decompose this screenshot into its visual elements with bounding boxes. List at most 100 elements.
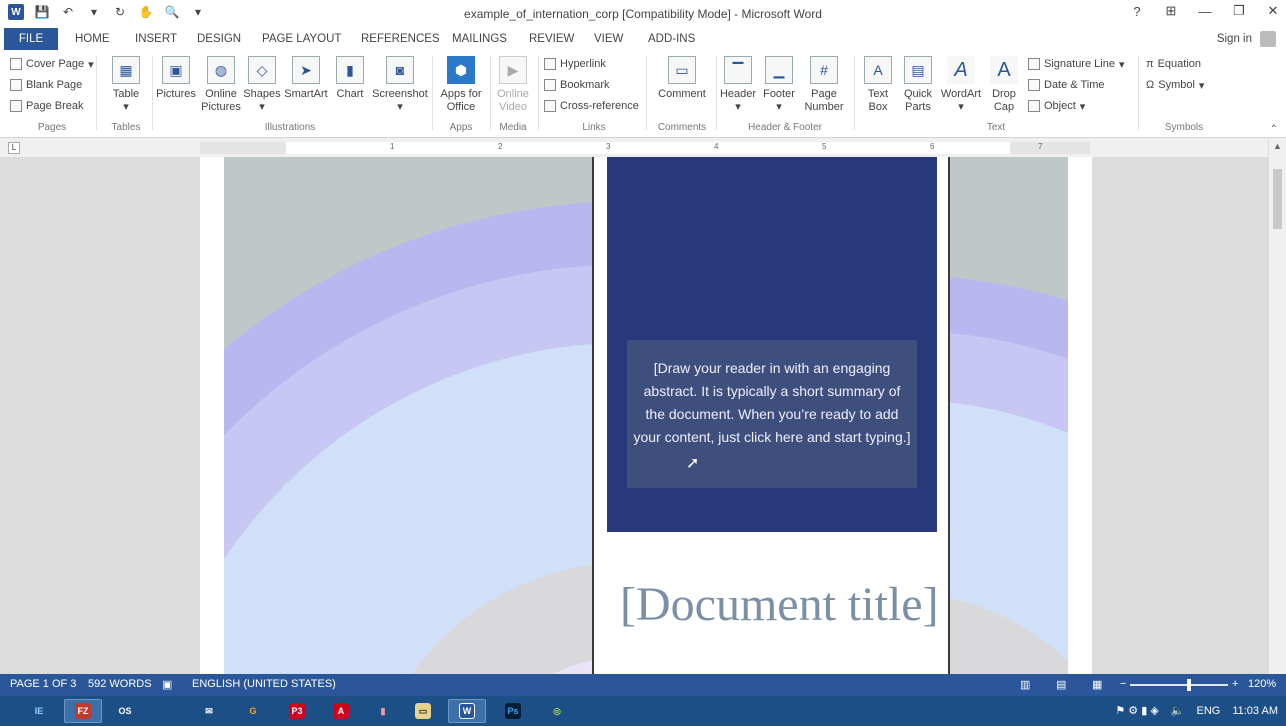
online-video-label-1: Online (497, 88, 529, 100)
chrome-icon: G (249, 706, 257, 716)
document-page[interactable]: [Draw your reader in with an engaging ab… (200, 157, 1092, 674)
header-button[interactable]: ▔ Header ▾ (718, 56, 758, 114)
dropdown-arrow-icon: ▾ (123, 101, 129, 113)
group-header-footer-label: Header & Footer (748, 122, 822, 133)
clock[interactable]: 11:03 AM (1232, 705, 1278, 717)
help-button[interactable]: ? (1130, 4, 1144, 19)
close-button[interactable]: ✕ (1266, 3, 1280, 19)
tab-view[interactable]: VIEW (586, 28, 631, 50)
sign-in-label[interactable]: Sign in (1217, 28, 1252, 50)
language[interactable]: ENGLISH (UNITED STATES) (192, 678, 336, 690)
tab-mailings[interactable]: MAILINGS (444, 28, 515, 50)
tab-page-layout[interactable]: PAGE LAYOUT (254, 28, 349, 50)
zoom-level[interactable]: 120% (1248, 678, 1276, 690)
tab-file[interactable]: FILE (4, 28, 58, 50)
taskbar-app-filezilla[interactable]: FZ (64, 699, 102, 723)
wordart-icon: A (947, 56, 975, 84)
word-window: W 💾 ↶ ▾ ↻ ✋ 🔍 ▾ example_of_internation_c… (0, 0, 1286, 726)
wordart-button[interactable]: A WordArt ▾ (939, 56, 983, 114)
taskbar-app-ie[interactable]: IE (22, 699, 56, 723)
group-comments-label: Comments (657, 122, 707, 133)
zoom-slider-thumb[interactable] (1186, 679, 1191, 691)
zoom-slider[interactable] (1130, 684, 1228, 686)
hyperlink-button[interactable]: Hyperlink (544, 56, 606, 72)
apps-for-office-button[interactable]: ⬢ Apps for Office (436, 56, 486, 114)
avatar[interactable] (1260, 31, 1276, 47)
bookmark-icon (544, 79, 556, 91)
minimize-button[interactable]: — (1198, 4, 1212, 19)
print-layout-icon[interactable]: ▤ (1056, 678, 1066, 691)
cross-reference-button[interactable]: Cross-reference (544, 98, 639, 114)
document-title-placeholder[interactable]: [Document title] (620, 575, 950, 635)
page-count[interactable]: PAGE 1 OF 3 (10, 678, 76, 690)
blank-page-button[interactable]: Blank Page (10, 77, 82, 93)
object-button[interactable]: Object ▾ (1028, 98, 1085, 114)
taskbar-app-chrome[interactable]: G (234, 699, 272, 723)
taskbar-app-os[interactable]: OS (106, 699, 144, 723)
ruler-number: 7 (1038, 142, 1043, 151)
online-pictures-button[interactable]: ◍ Online Pictures (200, 56, 242, 114)
equation-button[interactable]: π Equation (1146, 56, 1201, 72)
page-number-button[interactable]: # Page Number (799, 56, 849, 114)
header-label: Header (719, 88, 757, 100)
zoom-out-button[interactable]: − (1120, 678, 1126, 690)
pictures-button[interactable]: ▣ Pictures (154, 56, 198, 101)
volume-icon[interactable]: 🔈 (1171, 704, 1185, 717)
taskbar-app-mail[interactable]: ✉ (190, 699, 228, 723)
abstract-placeholder[interactable]: [Draw your reader in with an engaging ab… (627, 357, 917, 449)
table-button[interactable]: ▦ Table ▾ (104, 56, 148, 114)
chart-button[interactable]: ▮ Chart (331, 56, 369, 101)
smartart-button[interactable]: ➤ SmartArt (283, 56, 329, 101)
text-box-button[interactable]: A Text Box (858, 56, 898, 114)
restore-button[interactable]: ❐ (1232, 3, 1246, 19)
ribbon-display-options-button[interactable]: ⊞ (1164, 3, 1178, 19)
tab-design[interactable]: DESIGN (189, 28, 249, 50)
tray-language[interactable]: ENG (1196, 705, 1220, 717)
collapse-ribbon-icon[interactable]: ⌃ (1270, 124, 1278, 135)
tab-references[interactable]: REFERENCES (353, 28, 448, 50)
cover-page-button[interactable]: Cover Page ▾ (10, 56, 94, 72)
page-break-button[interactable]: Page Break (10, 98, 83, 114)
web-layout-icon[interactable]: ▦ (1092, 678, 1102, 691)
word-count[interactable]: 592 WORDS (88, 678, 152, 690)
ribbon-separator (854, 56, 855, 130)
tab-home[interactable]: HOME (67, 28, 118, 50)
zoom-in-button[interactable]: + (1232, 678, 1238, 690)
shapes-button[interactable]: ◇ Shapes ▾ (242, 56, 282, 114)
signature-line-icon (1028, 58, 1040, 70)
taskbar-app-explorer[interactable]: ▭ (404, 699, 442, 723)
tray-icons[interactable]: ⚑ ⚙ ▮ ◈ (1115, 704, 1158, 717)
tab-insert[interactable]: INSERT (127, 28, 185, 50)
footer-button[interactable]: ▁ Footer ▾ (759, 56, 799, 114)
vertical-scrollbar[interactable]: ▲ (1268, 139, 1286, 674)
tab-selector[interactable]: L (8, 142, 20, 154)
taskbar-app-generic[interactable]: ▮ (364, 699, 402, 723)
dropdown-arrow-icon: ▾ (776, 101, 782, 113)
online-video-button[interactable]: ▶ Online Video (492, 56, 534, 114)
taskbar-app-p3[interactable]: P3 (278, 699, 316, 723)
filezilla-icon: FZ (75, 703, 91, 719)
quick-parts-label-1: Quick (903, 88, 933, 100)
group-pages-label: Pages (37, 122, 67, 133)
tab-review[interactable]: REVIEW (521, 28, 582, 50)
comment-button[interactable]: ▭ Comment (652, 56, 712, 101)
proofing-icon[interactable]: ▣ (162, 678, 172, 691)
scroll-up-icon[interactable]: ▲ (1273, 141, 1282, 151)
taskbar-app-word[interactable]: W (448, 699, 486, 723)
symbol-button[interactable]: Ω Symbol ▾ (1146, 77, 1204, 93)
tab-add-ins[interactable]: ADD-INS (640, 28, 703, 50)
text-box-icon: A (864, 56, 892, 84)
quick-parts-button[interactable]: ▤ Quick Parts (898, 56, 938, 114)
app-icon: ◎ (553, 705, 561, 716)
drop-cap-button[interactable]: A Drop Cap (984, 56, 1024, 114)
read-mode-icon[interactable]: ▥ (1020, 678, 1030, 691)
sign-in[interactable]: Sign in (1217, 28, 1276, 50)
taskbar-app-acrobat[interactable]: A (322, 699, 360, 723)
bookmark-button[interactable]: Bookmark (544, 77, 610, 93)
scrollbar-thumb[interactable] (1273, 169, 1282, 229)
taskbar-app-media[interactable]: ◎ (538, 699, 576, 723)
signature-line-button[interactable]: Signature Line ▾ (1028, 56, 1124, 72)
taskbar-app-photoshop[interactable]: Ps (494, 699, 532, 723)
date-time-button[interactable]: Date & Time (1028, 77, 1105, 93)
screenshot-button[interactable]: ◙ Screenshot ▾ (370, 56, 430, 114)
